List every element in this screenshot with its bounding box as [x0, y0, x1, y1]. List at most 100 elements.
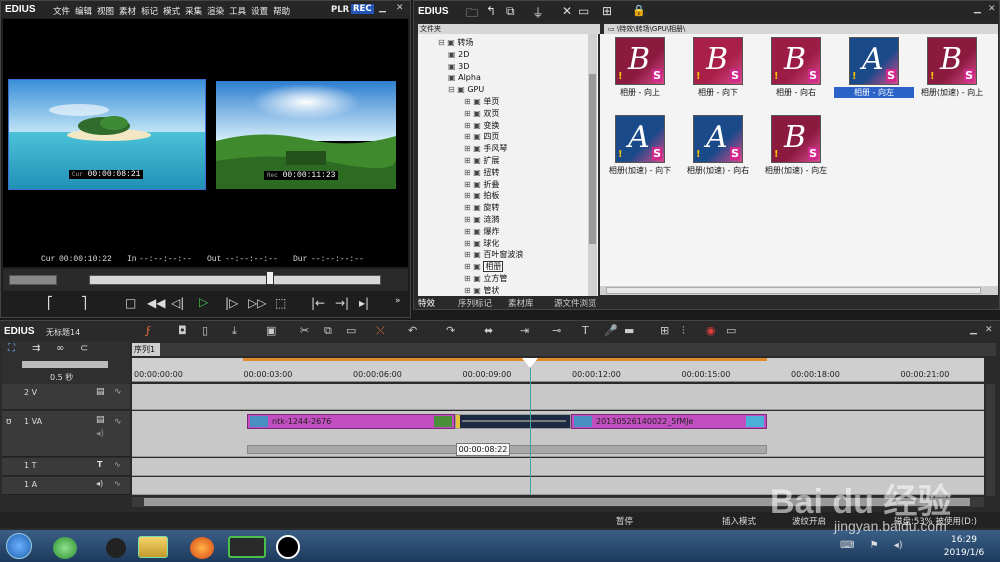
track-v2-visibility-icon[interactable]: ▤ — [96, 387, 105, 397]
tree-item[interactable]: ⊞ ▣ 扭转 — [464, 167, 499, 178]
tree-item[interactable]: ⊞ ▣ 扩展 — [464, 155, 499, 166]
tree-expand-icon[interactable]: ⊞ — [464, 215, 473, 224]
menu-item[interactable]: 文件 — [53, 7, 70, 17]
tree-item[interactable]: ⊞ ▣ 百叶窗波浪 — [464, 249, 523, 260]
menu-item[interactable]: 采集 — [185, 7, 202, 17]
set-in-icon[interactable]: ⎡ — [47, 296, 53, 310]
taskbar-record-icon[interactable] — [276, 535, 300, 559]
effect-thumbnail[interactable]: B S! 相册 - 向右 — [756, 37, 836, 98]
track-ripple-icon[interactable]: ⊂ — [80, 343, 88, 354]
tray-clock[interactable]: 16:29 2019/1/6 — [942, 534, 986, 560]
tree-item[interactable]: ⊞ ▣ 立方管 — [464, 273, 507, 284]
effects-scroll-thumb[interactable] — [606, 287, 981, 294]
zoom-level[interactable]: 0.5 秒 — [50, 372, 73, 383]
playhead-line[interactable] — [530, 362, 531, 495]
tree-expand-icon[interactable]: ⊞ — [464, 97, 473, 106]
tree-expand-icon[interactable]: ⊞ — [464, 180, 473, 189]
minimize-icon[interactable]: ▁ — [379, 3, 386, 13]
effect-thumbnail[interactable]: B S! 相册(加速) - 向上 — [912, 37, 992, 98]
tree-expand-icon[interactable]: ⊞ — [464, 203, 473, 212]
mode-icon[interactable]: ϝ — [146, 324, 151, 337]
tree-item[interactable]: ⊞ ▣ 折叠 — [464, 179, 499, 190]
tray-volume-icon[interactable]: ◂) — [894, 540, 903, 551]
menu-item[interactable]: 帮助 — [273, 7, 290, 17]
timeline-scroll-thumb[interactable] — [144, 498, 970, 506]
trim-icon[interactable]: ⬌ — [484, 324, 493, 337]
track-t1-mix-icon[interactable]: ∿ — [114, 460, 121, 469]
track-link-icon[interactable]: ⇉ — [32, 343, 40, 354]
menu-item[interactable]: 素材 — [119, 7, 136, 17]
track-va1-visibility-icon[interactable]: ▤ — [96, 415, 105, 425]
tree-scroll-thumb[interactable] — [589, 74, 596, 244]
copy-icon[interactable]: ⧉ — [506, 4, 515, 19]
marker-icon[interactable]: ⇥ — [520, 324, 529, 337]
track-va1-audio-icon[interactable]: ◂) — [96, 429, 104, 439]
tree-expand-icon[interactable]: ⊞ — [464, 132, 473, 141]
taskbar-edius-icon[interactable] — [228, 536, 266, 558]
tree-expand-icon[interactable]: ⊞ — [464, 262, 473, 271]
new-icon[interactable]: ▯ — [202, 324, 208, 337]
title-icon[interactable]: T — [582, 324, 589, 337]
clip-ntk[interactable]: ntk-1244-2676 — [247, 414, 455, 429]
taskbar-qq-icon[interactable] — [106, 538, 126, 558]
timeline-vscroll[interactable] — [986, 384, 995, 496]
menu-item[interactable]: 工具 — [229, 7, 246, 17]
tree-expand-icon[interactable]: ⊞ — [464, 250, 473, 259]
track-a1-mix-icon[interactable]: ∿ — [114, 479, 121, 488]
tree-expand-icon[interactable]: ⊞ — [464, 191, 473, 200]
tree-expand-icon[interactable]: ⊞ — [464, 121, 473, 130]
track-sync-icon[interactable]: ⛶ — [8, 343, 15, 354]
work-area-bar[interactable] — [243, 358, 767, 361]
tree-item[interactable]: ⊞ ▣ 管状 — [464, 285, 499, 296]
clip-2013[interactable]: 20130526140022_5fMJe — [571, 414, 767, 429]
cut-icon[interactable]: ✂ — [300, 324, 309, 337]
effects-hscroll[interactable] — [600, 286, 998, 295]
source-preview[interactable]: Cur 00:00:08:21 — [8, 79, 206, 190]
delete-icon[interactable]: ✕ — [562, 4, 572, 18]
copy-clip-icon[interactable]: ⧉ — [324, 324, 332, 338]
taskbar-explorer-icon[interactable] — [138, 536, 168, 558]
tree-expand-icon[interactable]: ⊞ — [464, 227, 473, 236]
layout-icon[interactable]: ▭ — [726, 324, 736, 337]
more-icon[interactable]: » — [395, 296, 401, 306]
bin-close-icon[interactable]: ✕ — [988, 4, 996, 14]
track-va1-lock-icon[interactable]: ʊ — [6, 417, 12, 427]
tree-expand-icon[interactable]: ⊞ — [464, 144, 473, 153]
effect-thumbnail[interactable]: A S! 相册(加速) - 向右 — [678, 115, 758, 176]
tree-item[interactable]: ⊞ ▣ 球化 — [464, 238, 499, 249]
folder-tree[interactable]: ⊟ ▣ 转场 ▣ 2D ▣ 3D ▣ Alpha ⊟ ▣ GPU ⊞ ▣ 单页 ⊞ ▣ 双页… — [418, 34, 598, 296]
tree-item[interactable]: ⊟ ▣ GPU — [448, 84, 484, 95]
align-icon[interactable]: ⏚ — [532, 4, 544, 21]
insert-icon[interactable]: |← — [311, 296, 325, 310]
bin-tab[interactable]: 序列标记 — [458, 297, 492, 309]
zoom-slider[interactable] — [22, 361, 108, 368]
track-group-icon[interactable]: ∞ — [56, 343, 64, 354]
tree-expand-icon[interactable]: ⊞ — [464, 274, 473, 283]
start-button[interactable] — [6, 533, 32, 559]
tree-item[interactable]: ⊞ ▣ 单页 — [464, 96, 499, 107]
effect-thumbnail[interactable]: A S! 相册 - 向左 — [834, 37, 914, 98]
tree-item[interactable]: ⊞ ▣ 手风琴 — [464, 143, 507, 154]
bin-tab[interactable]: 素材库 — [508, 297, 534, 309]
loop-icon[interactable]: ⬚ — [275, 296, 286, 310]
undo-icon[interactable]: ↶ — [408, 324, 417, 337]
track-header-a1[interactable]: 1 A ◂) ∿ — [2, 477, 130, 495]
tray-network-icon[interactable]: ⌨ — [840, 540, 854, 551]
record-preview[interactable]: Rec 00:00:11:23 — [216, 81, 396, 189]
jog-slider[interactable] — [9, 275, 57, 285]
transition-clip[interactable] — [455, 414, 571, 429]
sequence-tab[interactable]: 序列1 — [132, 343, 160, 356]
rec-button[interactable]: REC — [351, 4, 374, 14]
menu-item[interactable]: 模式 — [163, 7, 180, 17]
track-a1[interactable] — [132, 477, 984, 495]
rewind-icon[interactable]: ◀◀ — [147, 296, 165, 310]
grid-icon[interactable]: ⊞ — [660, 324, 669, 337]
effect-thumbnail[interactable]: B S! 相册(加速) - 向左 — [756, 115, 836, 176]
menu-item[interactable]: 编辑 — [75, 7, 92, 17]
fast-forward-icon[interactable]: ▷▷ — [248, 296, 266, 310]
tree-item[interactable]: ⊞ ▣ 涟漪 — [464, 214, 499, 225]
track-v2[interactable] — [132, 384, 984, 410]
overwrite-icon[interactable]: →| — [335, 296, 349, 310]
playhead-marker[interactable] — [522, 358, 538, 368]
timeline-minimize-icon[interactable]: ▁ — [970, 325, 977, 335]
